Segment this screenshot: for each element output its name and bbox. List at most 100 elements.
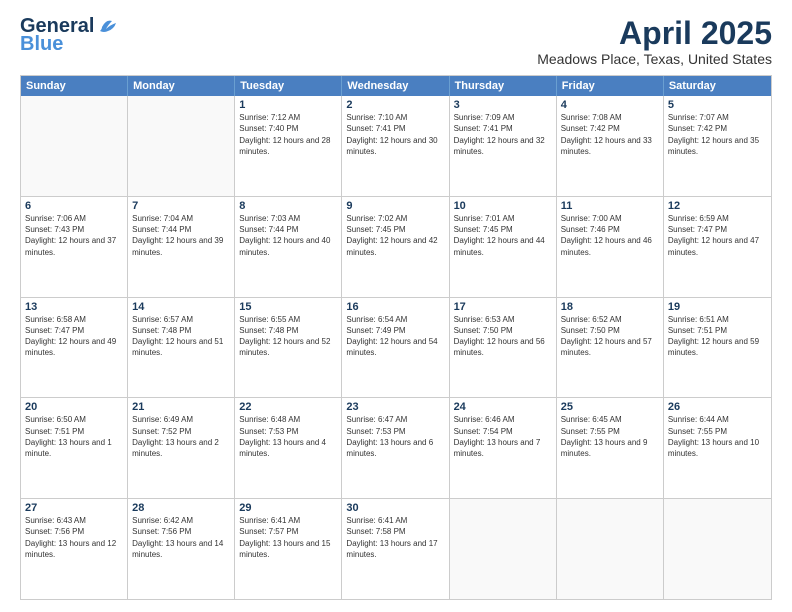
calendar-day-header: Thursday (450, 76, 557, 96)
day-number: 15 (239, 301, 337, 313)
calendar-day-header: Tuesday (235, 76, 342, 96)
day-info: Sunrise: 6:50 AM Sunset: 7:51 PM Dayligh… (25, 414, 123, 459)
calendar-day-header: Sunday (21, 76, 128, 96)
day-info: Sunrise: 6:41 AM Sunset: 7:58 PM Dayligh… (346, 515, 444, 560)
calendar-day-cell: 22Sunrise: 6:48 AM Sunset: 7:53 PM Dayli… (235, 398, 342, 498)
calendar-day-cell: 5Sunrise: 7:07 AM Sunset: 7:42 PM Daylig… (664, 96, 771, 196)
day-info: Sunrise: 7:10 AM Sunset: 7:41 PM Dayligh… (346, 112, 444, 157)
calendar-day-cell (664, 499, 771, 599)
calendar-day-cell: 12Sunrise: 6:59 AM Sunset: 7:47 PM Dayli… (664, 197, 771, 297)
day-number: 26 (668, 401, 767, 413)
calendar-day-cell: 8Sunrise: 7:03 AM Sunset: 7:44 PM Daylig… (235, 197, 342, 297)
day-info: Sunrise: 6:54 AM Sunset: 7:49 PM Dayligh… (346, 314, 444, 359)
day-number: 1 (239, 99, 337, 111)
calendar-day-header: Friday (557, 76, 664, 96)
day-number: 12 (668, 200, 767, 212)
day-number: 28 (132, 502, 230, 514)
day-number: 7 (132, 200, 230, 212)
calendar-day-cell (450, 499, 557, 599)
logo-blue: Blue (20, 34, 63, 54)
logo-area: General Blue (20, 16, 120, 54)
day-info: Sunrise: 7:08 AM Sunset: 7:42 PM Dayligh… (561, 112, 659, 157)
day-info: Sunrise: 6:52 AM Sunset: 7:50 PM Dayligh… (561, 314, 659, 359)
day-number: 30 (346, 502, 444, 514)
day-info: Sunrise: 7:03 AM Sunset: 7:44 PM Dayligh… (239, 213, 337, 258)
day-number: 9 (346, 200, 444, 212)
calendar-day-header: Monday (128, 76, 235, 96)
day-info: Sunrise: 7:04 AM Sunset: 7:44 PM Dayligh… (132, 213, 230, 258)
day-info: Sunrise: 6:46 AM Sunset: 7:54 PM Dayligh… (454, 414, 552, 459)
calendar-day-cell: 30Sunrise: 6:41 AM Sunset: 7:58 PM Dayli… (342, 499, 449, 599)
day-info: Sunrise: 6:47 AM Sunset: 7:53 PM Dayligh… (346, 414, 444, 459)
day-info: Sunrise: 6:58 AM Sunset: 7:47 PM Dayligh… (25, 314, 123, 359)
calendar-day-cell: 25Sunrise: 6:45 AM Sunset: 7:55 PM Dayli… (557, 398, 664, 498)
day-number: 4 (561, 99, 659, 111)
calendar-day-cell: 29Sunrise: 6:41 AM Sunset: 7:57 PM Dayli… (235, 499, 342, 599)
day-number: 20 (25, 401, 123, 413)
day-number: 19 (668, 301, 767, 313)
day-number: 3 (454, 99, 552, 111)
day-info: Sunrise: 6:57 AM Sunset: 7:48 PM Dayligh… (132, 314, 230, 359)
calendar-week-row: 13Sunrise: 6:58 AM Sunset: 7:47 PM Dayli… (21, 297, 771, 398)
calendar-day-cell: 26Sunrise: 6:44 AM Sunset: 7:55 PM Dayli… (664, 398, 771, 498)
calendar-day-cell (557, 499, 664, 599)
calendar-day-cell: 2Sunrise: 7:10 AM Sunset: 7:41 PM Daylig… (342, 96, 449, 196)
day-info: Sunrise: 7:12 AM Sunset: 7:40 PM Dayligh… (239, 112, 337, 157)
day-info: Sunrise: 6:43 AM Sunset: 7:56 PM Dayligh… (25, 515, 123, 560)
calendar-week-row: 1Sunrise: 7:12 AM Sunset: 7:40 PM Daylig… (21, 96, 771, 196)
day-number: 23 (346, 401, 444, 413)
calendar-day-header: Wednesday (342, 76, 449, 96)
calendar-day-cell: 13Sunrise: 6:58 AM Sunset: 7:47 PM Dayli… (21, 298, 128, 398)
calendar-header: SundayMondayTuesdayWednesdayThursdayFrid… (21, 76, 771, 96)
day-info: Sunrise: 6:55 AM Sunset: 7:48 PM Dayligh… (239, 314, 337, 359)
calendar-day-cell: 16Sunrise: 6:54 AM Sunset: 7:49 PM Dayli… (342, 298, 449, 398)
calendar-subtitle: Meadows Place, Texas, United States (537, 51, 772, 67)
day-info: Sunrise: 6:59 AM Sunset: 7:47 PM Dayligh… (668, 213, 767, 258)
header: General Blue April 2025 Meadows Place, T… (20, 16, 772, 67)
calendar-day-cell: 4Sunrise: 7:08 AM Sunset: 7:42 PM Daylig… (557, 96, 664, 196)
day-info: Sunrise: 6:48 AM Sunset: 7:53 PM Dayligh… (239, 414, 337, 459)
day-number: 22 (239, 401, 337, 413)
calendar-day-cell: 18Sunrise: 6:52 AM Sunset: 7:50 PM Dayli… (557, 298, 664, 398)
calendar-day-cell: 11Sunrise: 7:00 AM Sunset: 7:46 PM Dayli… (557, 197, 664, 297)
calendar-day-cell: 7Sunrise: 7:04 AM Sunset: 7:44 PM Daylig… (128, 197, 235, 297)
calendar-day-cell (21, 96, 128, 196)
day-number: 14 (132, 301, 230, 313)
calendar-body: 1Sunrise: 7:12 AM Sunset: 7:40 PM Daylig… (21, 96, 771, 599)
day-info: Sunrise: 6:44 AM Sunset: 7:55 PM Dayligh… (668, 414, 767, 459)
calendar-week-row: 20Sunrise: 6:50 AM Sunset: 7:51 PM Dayli… (21, 397, 771, 498)
day-info: Sunrise: 7:07 AM Sunset: 7:42 PM Dayligh… (668, 112, 767, 157)
calendar-day-cell: 21Sunrise: 6:49 AM Sunset: 7:52 PM Dayli… (128, 398, 235, 498)
calendar-title: April 2025 (537, 16, 772, 51)
day-number: 8 (239, 200, 337, 212)
day-number: 5 (668, 99, 767, 111)
calendar-day-cell: 14Sunrise: 6:57 AM Sunset: 7:48 PM Dayli… (128, 298, 235, 398)
day-number: 17 (454, 301, 552, 313)
day-number: 16 (346, 301, 444, 313)
calendar-day-cell: 15Sunrise: 6:55 AM Sunset: 7:48 PM Dayli… (235, 298, 342, 398)
calendar-week-row: 6Sunrise: 7:06 AM Sunset: 7:43 PM Daylig… (21, 196, 771, 297)
logo-bird-icon (98, 17, 120, 35)
day-number: 27 (25, 502, 123, 514)
page: General Blue April 2025 Meadows Place, T… (0, 0, 792, 612)
calendar-day-cell: 28Sunrise: 6:42 AM Sunset: 7:56 PM Dayli… (128, 499, 235, 599)
calendar-day-cell: 1Sunrise: 7:12 AM Sunset: 7:40 PM Daylig… (235, 96, 342, 196)
calendar-day-cell: 9Sunrise: 7:02 AM Sunset: 7:45 PM Daylig… (342, 197, 449, 297)
day-number: 10 (454, 200, 552, 212)
day-info: Sunrise: 7:00 AM Sunset: 7:46 PM Dayligh… (561, 213, 659, 258)
day-number: 2 (346, 99, 444, 111)
day-info: Sunrise: 6:53 AM Sunset: 7:50 PM Dayligh… (454, 314, 552, 359)
day-info: Sunrise: 7:01 AM Sunset: 7:45 PM Dayligh… (454, 213, 552, 258)
calendar-day-cell: 23Sunrise: 6:47 AM Sunset: 7:53 PM Dayli… (342, 398, 449, 498)
day-info: Sunrise: 7:06 AM Sunset: 7:43 PM Dayligh… (25, 213, 123, 258)
day-info: Sunrise: 6:49 AM Sunset: 7:52 PM Dayligh… (132, 414, 230, 459)
day-number: 18 (561, 301, 659, 313)
day-number: 6 (25, 200, 123, 212)
calendar-day-cell: 6Sunrise: 7:06 AM Sunset: 7:43 PM Daylig… (21, 197, 128, 297)
calendar-week-row: 27Sunrise: 6:43 AM Sunset: 7:56 PM Dayli… (21, 498, 771, 599)
day-number: 21 (132, 401, 230, 413)
title-area: April 2025 Meadows Place, Texas, United … (537, 16, 772, 67)
day-info: Sunrise: 6:41 AM Sunset: 7:57 PM Dayligh… (239, 515, 337, 560)
calendar-day-cell: 24Sunrise: 6:46 AM Sunset: 7:54 PM Dayli… (450, 398, 557, 498)
calendar-day-cell: 17Sunrise: 6:53 AM Sunset: 7:50 PM Dayli… (450, 298, 557, 398)
